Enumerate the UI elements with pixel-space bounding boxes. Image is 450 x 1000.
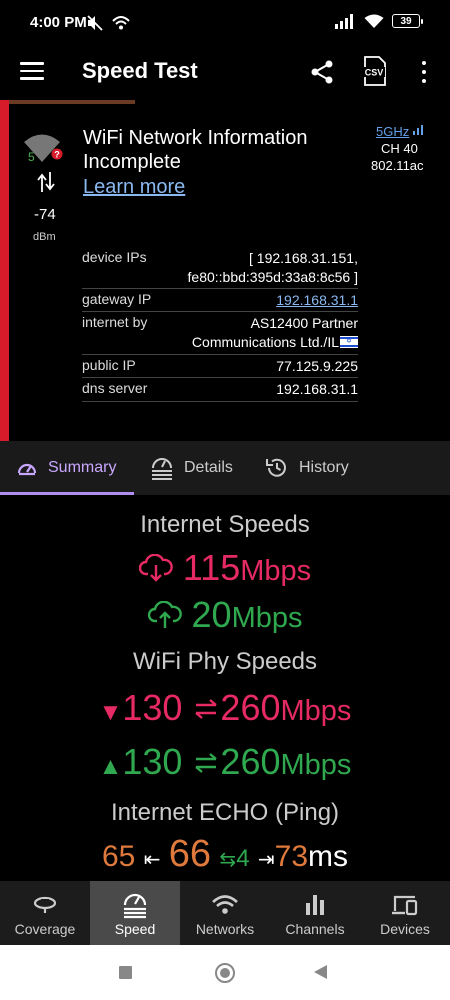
battery-icon: 39 — [392, 14, 423, 28]
csv-export-icon[interactable]: CSV — [362, 56, 388, 86]
rssi-value: -74 — [34, 206, 56, 223]
ping-max: 73 — [274, 840, 309, 873]
nav-networks[interactable]: Networks — [180, 881, 270, 945]
info-row-internet-by: internet by AS12400 Partner Communicatio… — [82, 312, 358, 355]
channel-label: CH 40 — [381, 141, 418, 156]
upload-speed: 20Mbps — [0, 594, 450, 636]
tab-summary[interactable]: Summary — [16, 441, 116, 495]
history-icon — [266, 458, 286, 477]
ping-jitter: 4 — [236, 845, 250, 872]
app-bar: Speed Test CSV — [0, 44, 450, 100]
tab-details[interactable]: Details — [150, 441, 233, 495]
nav-speed[interactable]: Speed — [90, 881, 180, 945]
system-navigation-bar — [0, 945, 450, 1000]
gauge-icon — [17, 463, 37, 476]
cloud-download-icon — [138, 553, 173, 582]
bar-chart-icon — [306, 895, 324, 915]
svg-text:?: ? — [54, 150, 60, 160]
phy-download-speed: ▼130 260Mbps — [98, 687, 352, 728]
bottom-navigation: Coverage Speed Networks Channels Devices — [0, 881, 450, 945]
israel-flag-icon: ✡ — [340, 336, 358, 348]
battery-level: 39 — [400, 15, 412, 27]
status-bar: 4:00 PM 39 — [0, 0, 450, 44]
up-triangle-icon: ▲ — [98, 753, 123, 780]
signal-level: 5 — [28, 150, 35, 164]
signal-strength-bar — [0, 100, 9, 441]
nav-devices[interactable]: Devices — [360, 881, 450, 945]
swap-arrows-icon — [195, 753, 218, 773]
menu-icon[interactable] — [20, 62, 44, 82]
learn-more-link[interactable]: Learn more — [83, 176, 185, 199]
coverage-icon — [33, 896, 57, 913]
phy-speeds-heading: WiFi Phy Speeds — [132, 648, 318, 675]
device-ip-2: fe80::bbd:395d:33a8:8c56 ] — [187, 269, 358, 285]
home-icon[interactable] — [215, 963, 235, 983]
info-row-gateway: gateway IP 192.168.31.1 — [82, 289, 358, 312]
nav-channels[interactable]: Channels — [270, 881, 360, 945]
band-label: 5GHz — [376, 124, 410, 139]
wifi-standard-label: 802.11ac — [371, 158, 424, 173]
wifi-status-icon — [112, 16, 130, 30]
transfer-arrows-icon — [37, 172, 55, 192]
tab-history[interactable]: History — [265, 441, 349, 495]
share-icon[interactable] — [308, 58, 336, 86]
isp-company: Communications Ltd./IL — [191, 334, 339, 350]
network-title: WiFi Network Information Incomplete — [83, 127, 308, 173]
jitter-arrows-icon: ⇆ — [219, 849, 237, 871]
download-speed: 115Mbps — [0, 547, 450, 589]
down-triangle-icon: ▼ — [98, 699, 123, 726]
internet-speeds-heading: Internet Speeds — [140, 511, 310, 538]
ping-unit: ms — [308, 840, 349, 873]
tab-bar: Summary Details History — [0, 441, 450, 495]
nav-coverage[interactable]: Coverage — [0, 881, 90, 945]
devices-icon — [392, 895, 418, 916]
cloud-upload-icon — [147, 600, 182, 628]
cell-signal-icon — [335, 14, 353, 29]
more-options-icon[interactable] — [414, 58, 434, 86]
svg-text:CSV: CSV — [365, 68, 384, 78]
ping-values: 65 ⇤ 66 ⇆4 ⇥73ms — [0, 833, 450, 876]
min-arrow-icon: ⇤ — [143, 849, 161, 871]
info-row-dns: dns server 192.168.31.1 — [82, 378, 358, 402]
status-time: 4:00 PM — [30, 14, 87, 31]
network-info-table: device IPs [ 192.168.31.151, fe80::bbd:3… — [82, 247, 358, 402]
band-signal-icon — [413, 125, 423, 135]
recents-icon[interactable] — [119, 966, 132, 979]
ping-min: 65 — [101, 840, 136, 873]
wifi-icon — [212, 895, 238, 914]
speed-icon — [123, 893, 147, 919]
phy-upload-speed: ▲130 260Mbps — [98, 741, 352, 782]
gateway-ip-link[interactable]: 192.168.31.1 — [276, 292, 358, 308]
back-icon[interactable] — [314, 965, 327, 979]
page-title: Speed Test — [82, 58, 198, 83]
network-info-panel: ? 5 -74 dBm WiFi Network Information Inc… — [0, 100, 450, 441]
info-row-device-ips: device IPs [ 192.168.31.151, fe80::bbd:3… — [82, 247, 358, 289]
mute-icon — [87, 15, 103, 31]
swap-arrows-icon — [195, 699, 218, 719]
ping-heading: Internet ECHO (Ping) — [110, 799, 340, 826]
details-gauge-icon — [152, 458, 172, 480]
info-row-public-ip: public IP 77.125.9.225 — [82, 355, 358, 378]
summary-panel: Internet Speeds 115Mbps 20Mbps WiFi Phy … — [0, 495, 450, 881]
max-arrow-icon: ⇥ — [257, 849, 275, 871]
wifi-signal-icon — [364, 14, 384, 28]
rssi-unit: dBm — [33, 231, 56, 243]
ping-avg: 66 — [168, 833, 212, 875]
